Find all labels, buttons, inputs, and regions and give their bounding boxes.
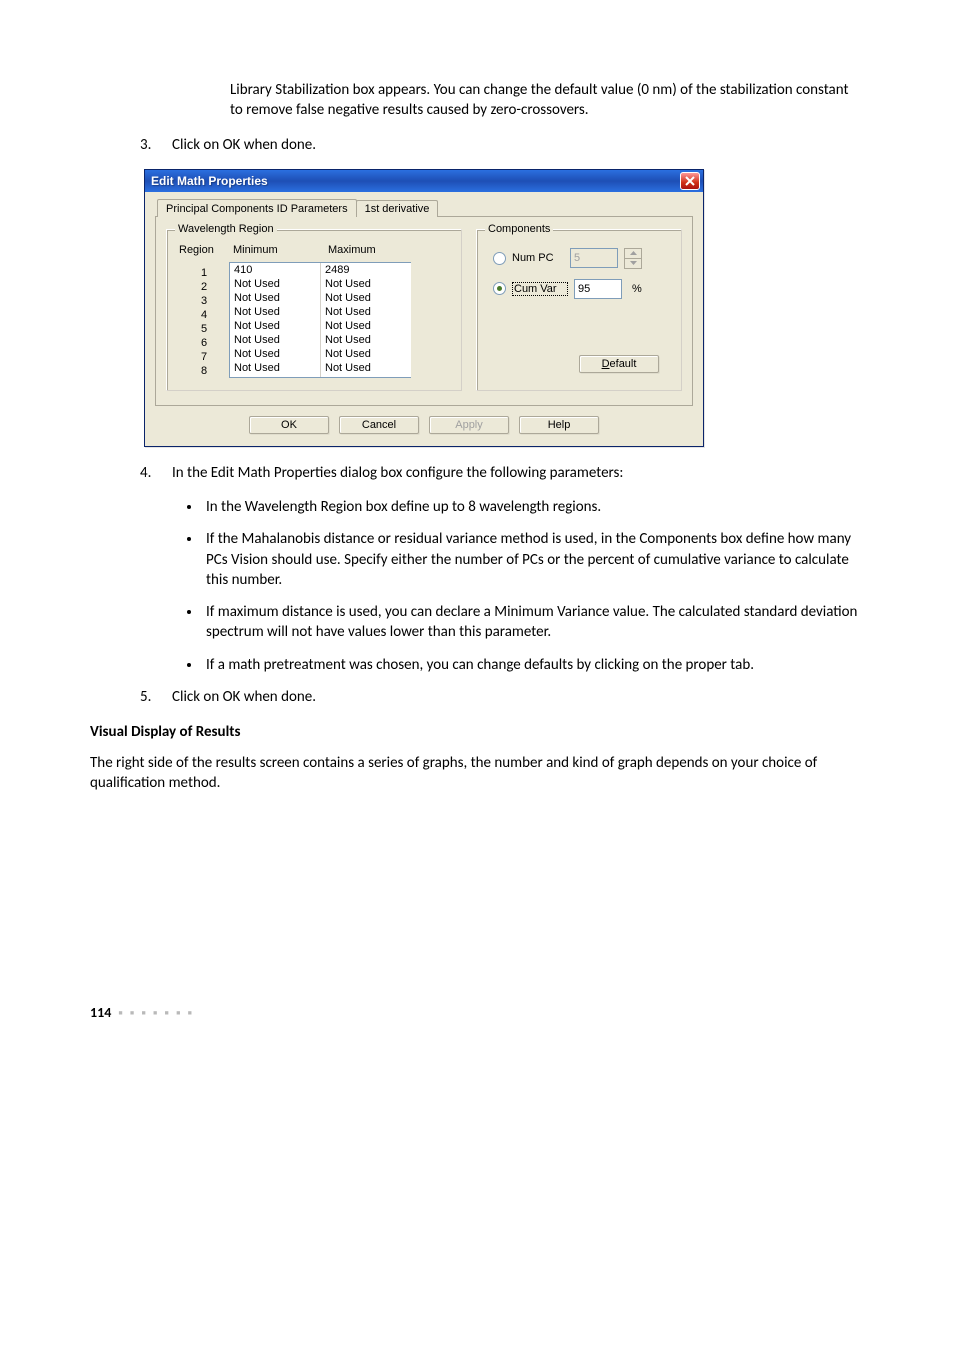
wavelength-table[interactable]: 410 Not Used Not Used Not Used Not Used … xyxy=(229,262,411,378)
ok-button[interactable]: OK xyxy=(249,416,329,434)
wavelength-legend: Wavelength Region xyxy=(175,223,277,235)
footer-dots: ▪ ▪ ▪ ▪ ▪ ▪ ▪ xyxy=(118,1006,194,1021)
step-5-text: Click on OK when done. xyxy=(172,687,864,707)
step-5-number: 5. xyxy=(140,687,172,707)
apply-button: Apply xyxy=(429,416,509,434)
wavelength-region-group: Wavelength Region Region Minimum Maximum… xyxy=(166,229,462,391)
cumvar-radio[interactable] xyxy=(493,282,506,295)
cumvar-field[interactable]: 95 xyxy=(574,279,622,299)
step-3-text: Click on OK when done. xyxy=(172,135,864,155)
close-icon xyxy=(685,176,695,186)
components-legend: Components xyxy=(485,223,553,235)
step-4-text: In the Edit Math Properties dialog box c… xyxy=(172,463,864,483)
col-maximum: Maximum xyxy=(328,244,376,256)
close-button[interactable] xyxy=(680,172,700,190)
step-5: 5. Click on OK when done. xyxy=(140,687,864,707)
step-3: 3. Click on OK when done. xyxy=(140,135,864,155)
step-4-number: 4. xyxy=(140,463,172,483)
col-minimum: Minimum xyxy=(233,244,328,256)
percent-label: % xyxy=(632,283,642,295)
intro-paragraph: Library Stabilization box appears. You c… xyxy=(230,80,864,121)
tab-principal-components[interactable]: Principal Components ID Parameters xyxy=(157,199,357,217)
page-number: 114 xyxy=(90,1004,111,1021)
step-3-number: 3. xyxy=(140,135,172,155)
cancel-button[interactable]: Cancel xyxy=(339,416,419,434)
bullet-item: If maximum distance is used, you can dec… xyxy=(202,602,864,643)
bullet-item: If a math pretreatment was chosen, you c… xyxy=(202,655,864,675)
cumvar-label: Cum Var xyxy=(512,282,568,296)
visual-display-heading: Visual Display of Results xyxy=(90,723,864,741)
visual-display-paragraph: The right side of the results screen con… xyxy=(90,753,864,794)
tab-1st-derivative[interactable]: 1st derivative xyxy=(356,200,439,217)
components-group: Components Num PC 5 Cum Var 95 xyxy=(476,229,682,391)
numpc-label: Num PC xyxy=(512,252,564,264)
region-numbers: 1 2 3 4 5 6 7 8 xyxy=(179,262,229,378)
chevron-up-icon xyxy=(630,251,637,255)
default-button[interactable]: Default xyxy=(579,355,659,373)
dialog-title: Edit Math Properties xyxy=(151,174,680,188)
numpc-spinner xyxy=(624,248,642,269)
maximum-column[interactable]: 2489 Not Used Not Used Not Used Not Used… xyxy=(321,263,411,377)
col-region: Region xyxy=(179,244,233,256)
edit-math-properties-dialog: Edit Math Properties Principal Component… xyxy=(144,169,704,447)
bullet-item: In the Wavelength Region box define up t… xyxy=(202,497,864,517)
numpc-radio[interactable] xyxy=(493,252,506,265)
tab-strip: Principal Components ID Parameters 1st d… xyxy=(155,198,693,217)
numpc-field: 5 xyxy=(570,248,618,268)
chevron-down-icon xyxy=(630,261,637,265)
bullet-item: If the Mahalanobis distance or residual … xyxy=(202,529,864,590)
page-footer: 114 ▪ ▪ ▪ ▪ ▪ ▪ ▪ xyxy=(90,1004,864,1021)
step-4-bullets: In the Wavelength Region box define up t… xyxy=(90,497,864,675)
step-4: 4. In the Edit Math Properties dialog bo… xyxy=(140,463,864,483)
minimum-column[interactable]: 410 Not Used Not Used Not Used Not Used … xyxy=(230,263,321,377)
help-button[interactable]: Help xyxy=(519,416,599,434)
dialog-titlebar[interactable]: Edit Math Properties xyxy=(145,170,703,192)
